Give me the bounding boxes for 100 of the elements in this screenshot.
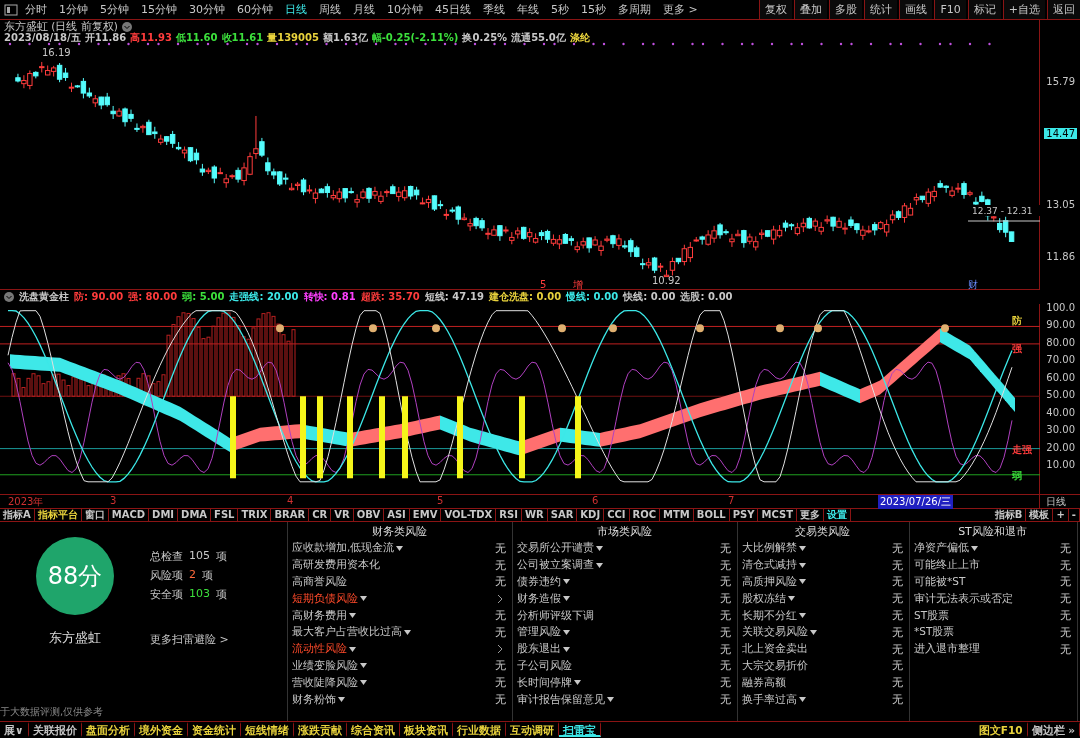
- risk-item-label[interactable]: 长时间停牌: [517, 675, 572, 690]
- risk-item-label[interactable]: 最大客户占营收比过高: [292, 625, 402, 640]
- risk-item-label[interactable]: 应收款增加,低现金流: [292, 541, 395, 556]
- indicator-tab[interactable]: 指标A: [0, 508, 35, 522]
- risk-item-label[interactable]: 业绩变脸风险: [292, 658, 358, 673]
- bottom-tab[interactable]: 图文F10: [974, 722, 1028, 737]
- indicator-tab[interactable]: ROC: [629, 508, 661, 522]
- toolbar-button[interactable]: F10: [934, 0, 966, 19]
- indicator-tab[interactable]: WR: [521, 508, 548, 522]
- risk-item-label[interactable]: 大比例解禁: [742, 541, 797, 556]
- bottom-tab[interactable]: 侧边栏 »: [1027, 722, 1080, 737]
- bottom-tab[interactable]: 互动调研: [505, 722, 559, 737]
- risk-item-label[interactable]: 公司被立案调查: [517, 558, 594, 573]
- bottom-tab[interactable]: 涨跌贡献: [293, 722, 347, 737]
- period-tab[interactable]: 月线: [348, 0, 380, 19]
- risk-item-label[interactable]: *ST股票: [914, 625, 955, 640]
- indicator-tab[interactable]: EMV: [409, 508, 442, 522]
- toolbar-button[interactable]: 统计: [864, 0, 898, 19]
- period-tab[interactable]: 分时: [20, 0, 52, 19]
- risk-item-label[interactable]: 可能终止上市: [914, 558, 980, 573]
- period-tab[interactable]: 5秒: [546, 0, 574, 19]
- period-tab[interactable]: 60分钟: [232, 0, 278, 19]
- indicator-tab[interactable]: DMA: [178, 508, 212, 522]
- period-tab[interactable]: 日线: [280, 0, 312, 19]
- indicator-tab[interactable]: 模板: [1026, 508, 1054, 522]
- period-tab[interactable]: 15秒: [576, 0, 611, 19]
- risk-item-label[interactable]: 营收陡降风险: [292, 675, 358, 690]
- risk-item-label[interactable]: 财务粉饰: [292, 692, 336, 707]
- risk-item-label[interactable]: 分析师评级下调: [517, 608, 594, 623]
- risk-item-label[interactable]: 高质押风险: [742, 575, 797, 589]
- indicator-tab[interactable]: SAR: [547, 508, 578, 522]
- risk-item-label[interactable]: 审计报告保留意见: [517, 692, 605, 707]
- risk-item-label[interactable]: 可能被*ST: [914, 575, 966, 589]
- risk-item-label[interactable]: 股东退出: [517, 642, 561, 657]
- event-marker[interactable]: 财: [968, 279, 978, 290]
- indicator-tab[interactable]: +: [1053, 508, 1069, 522]
- risk-item-label[interactable]: 股权冻结: [742, 591, 786, 606]
- period-tab[interactable]: 多周期: [613, 0, 656, 19]
- indicator-tab[interactable]: -: [1068, 508, 1080, 522]
- risk-item-label[interactable]: 交易所公开谴责: [517, 541, 594, 556]
- bottom-tab[interactable]: 行业数据: [452, 722, 506, 737]
- period-tab[interactable]: 10分钟: [382, 0, 428, 19]
- indicator-tab[interactable]: RSI: [496, 508, 522, 522]
- period-tab[interactable]: 5分钟: [95, 0, 134, 19]
- risk-item-label[interactable]: 大宗交易折价: [742, 658, 808, 673]
- period-tab[interactable]: 季线: [478, 0, 510, 19]
- indicator-tab[interactable]: 指标平台: [34, 508, 82, 522]
- bottom-tab[interactable]: 展∨: [0, 722, 29, 737]
- indicator-tab[interactable]: CCI: [604, 508, 630, 522]
- risk-item-label[interactable]: 长期不分红: [742, 608, 797, 623]
- indicator-tab[interactable]: BOLL: [693, 508, 730, 522]
- toolbar-button[interactable]: 标记: [967, 0, 1001, 19]
- period-tab[interactable]: 15分钟: [136, 0, 182, 19]
- risk-item-label[interactable]: 净资产偏低: [914, 541, 969, 556]
- indicator-tab[interactable]: 窗口: [81, 508, 109, 522]
- indicator-tab[interactable]: VR: [331, 508, 354, 522]
- period-tab[interactable]: 年线: [512, 0, 544, 19]
- risk-item-label[interactable]: 短期负债风险: [292, 591, 358, 606]
- risk-item-label[interactable]: 子公司风险: [517, 658, 572, 673]
- risk-item-label[interactable]: 管理风险: [517, 625, 561, 640]
- indicator-tab[interactable]: KDJ: [577, 508, 605, 522]
- bottom-tab[interactable]: 短线情绪: [240, 722, 294, 737]
- bottom-tab[interactable]: 综合资讯: [346, 722, 400, 737]
- indicator-tab[interactable]: DMI: [149, 508, 179, 522]
- more-link[interactable]: 更多扫雷避险 >: [150, 632, 287, 647]
- bottom-tab[interactable]: 关联报价: [28, 722, 82, 737]
- indicator-tab[interactable]: 更多: [796, 508, 824, 522]
- indicator-tab[interactable]: BRAR: [271, 508, 310, 522]
- bottom-tab[interactable]: 盘面分析: [81, 722, 135, 737]
- risk-item-label[interactable]: 审计无法表示或否定: [914, 591, 1013, 606]
- risk-item-label[interactable]: 换手率过高: [742, 692, 797, 707]
- period-tab[interactable]: 更多 >: [658, 0, 703, 19]
- risk-item-label[interactable]: 高财务费用: [292, 608, 347, 623]
- toolbar-button[interactable]: +自选: [1002, 0, 1045, 19]
- indicator-tab[interactable]: MACD: [108, 508, 150, 522]
- indicator-tab[interactable]: FSL: [211, 508, 239, 522]
- bottom-tab[interactable]: 资金统计: [187, 722, 241, 737]
- bottom-tab[interactable]: 境外资金: [134, 722, 188, 737]
- indicator-tab[interactable]: 指标B: [991, 508, 1027, 522]
- toolbar-button[interactable]: 画线: [899, 0, 933, 19]
- toolbar-button[interactable]: 叠加: [794, 0, 828, 19]
- bottom-tab[interactable]: 板块资讯: [399, 722, 453, 737]
- indicator-tab[interactable]: OBV: [353, 508, 385, 522]
- risk-item-label[interactable]: 财务造假: [517, 591, 561, 606]
- risk-item-label[interactable]: 清仓式减持: [742, 558, 797, 573]
- risk-item-label[interactable]: 关联交易风险: [742, 625, 808, 640]
- risk-item-label[interactable]: 高商誉风险: [292, 575, 347, 589]
- indicator-tab[interactable]: MCST: [758, 508, 797, 522]
- period-tab[interactable]: 30分钟: [184, 0, 230, 19]
- indicator-tab[interactable]: VOL-TDX: [441, 508, 497, 522]
- event-marker[interactable]: 5: [540, 279, 547, 290]
- risk-item-label[interactable]: 融券高额: [742, 675, 786, 690]
- risk-item-label[interactable]: ST股票: [914, 608, 950, 623]
- indicator-tab[interactable]: CR: [309, 508, 332, 522]
- indicator-tab[interactable]: 设置: [823, 508, 851, 522]
- risk-item-label[interactable]: 债券违约: [517, 575, 561, 589]
- indicator-tab[interactable]: TRIX: [238, 508, 272, 522]
- period-tab[interactable]: 周线: [314, 0, 346, 19]
- risk-item-label[interactable]: 高研发费用资本化: [292, 558, 380, 573]
- indicator-tab[interactable]: MTM: [660, 508, 694, 522]
